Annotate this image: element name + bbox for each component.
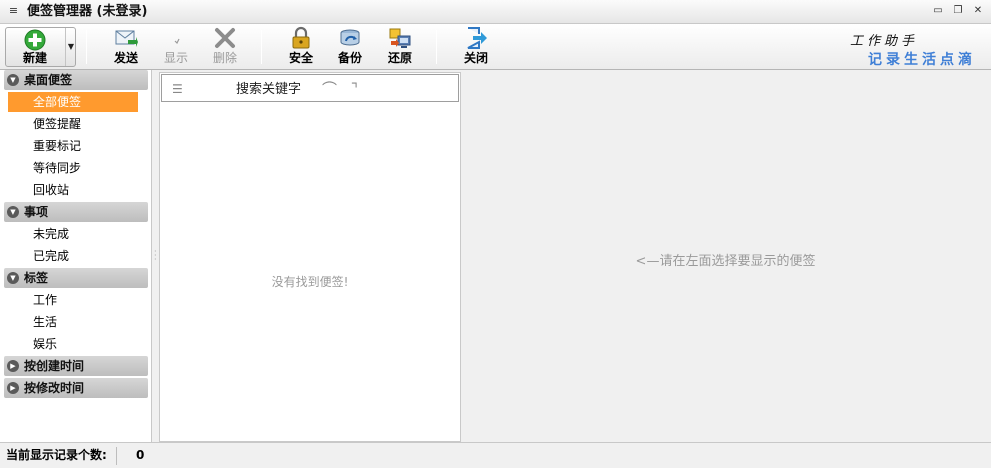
expand-icon: ▶: [7, 360, 19, 372]
close-app-label: 关闭: [463, 51, 488, 65]
record-count-label: 当前显示记录个数:: [6, 448, 107, 462]
toolbar-separator: [86, 30, 87, 64]
list-menu-icon[interactable]: ☰: [172, 83, 186, 95]
send-mail-icon: [115, 30, 138, 47]
restore-icon: [389, 28, 411, 48]
new-note-label: 新建: [22, 51, 47, 65]
show-label: 显示: [163, 51, 188, 65]
record-count-value: 0: [136, 448, 145, 462]
delete-label: 删除: [212, 51, 237, 65]
sidebar-item-tag-fun[interactable]: 娱乐: [8, 334, 138, 354]
empty-list-message: 没有找到便签!: [271, 275, 349, 289]
group-by-modified-time[interactable]: ▶ 按修改时间: [4, 378, 148, 398]
minimize-button[interactable]: ▭: [930, 4, 946, 18]
restore-button[interactable]: ❐: [950, 4, 966, 18]
collapse-icon: ▼: [7, 74, 19, 86]
group-tags[interactable]: ▼ 标签: [4, 268, 148, 288]
sidebar-item-tag-work[interactable]: 工作: [8, 290, 138, 310]
group-label: 按修改时间: [24, 381, 85, 395]
grip-icon: · · ·: [154, 247, 157, 264]
brand-line-1: 工作助手: [850, 34, 919, 49]
brand-line-2: 记录生活点滴: [868, 52, 976, 68]
sidebar-item-all-notes[interactable]: 全部便签: [8, 92, 138, 112]
title-bar: ≡ 便签管理器 (未登录) ▭ ❐ ✕: [0, 0, 991, 24]
add-icon: [24, 29, 46, 51]
status-bar: 当前显示记录个数: 0: [0, 442, 991, 468]
delete-icon: [215, 28, 235, 48]
backup-icon: [340, 29, 360, 46]
sidebar: ▼ 桌面便签 全部便签 便签提醒 重要标记 等待同步 回收站 ▼ 事项 未完成 …: [0, 70, 152, 442]
group-label: 按创建时间: [24, 359, 85, 373]
restore-label: 还原: [387, 51, 412, 65]
status-separator: [116, 447, 117, 465]
show-icon: [174, 38, 180, 45]
send-button[interactable]: 发送: [104, 26, 148, 68]
sidebar-item-incomplete[interactable]: 未完成: [8, 224, 138, 244]
lock-icon: [292, 26, 310, 49]
new-note-dropdown[interactable]: ▼: [65, 28, 76, 66]
new-note-button[interactable]: 新建: [6, 28, 64, 66]
search-loading-icon: ⌒⌝: [322, 80, 373, 98]
collapse-icon: ▼: [7, 206, 19, 218]
backup-button[interactable]: 备份: [328, 26, 372, 68]
sidebar-item-tag-life[interactable]: 生活: [8, 312, 138, 332]
security-label: 安全: [288, 51, 313, 65]
group-label: 标签: [24, 271, 49, 285]
window-title: 便签管理器 (未登录): [27, 4, 148, 19]
sidebar-item-important[interactable]: 重要标记: [8, 136, 138, 156]
show-button[interactable]: 显示: [154, 26, 198, 68]
sidebar-item-recycle-bin[interactable]: 回收站: [8, 180, 138, 200]
note-list-pane: ☰ ⌒⌝ 没有找到便签!: [159, 72, 461, 442]
close-app-button[interactable]: 关闭: [454, 26, 498, 68]
new-note-button-group: 新建 ▼: [5, 27, 76, 67]
backup-label: 备份: [337, 51, 362, 65]
note-detail-pane: <—请在左面选择要显示的便签: [461, 72, 990, 442]
sidebar-item-completed[interactable]: 已完成: [8, 246, 138, 266]
group-by-created-time[interactable]: ▶ 按创建时间: [4, 356, 148, 376]
expand-icon: ▶: [7, 382, 19, 394]
collapse-icon: ▼: [7, 272, 19, 284]
group-desktop-notes[interactable]: ▼ 桌面便签: [4, 70, 148, 90]
sidebar-item-pending-sync[interactable]: 等待同步: [8, 158, 138, 178]
security-button[interactable]: 安全: [279, 26, 323, 68]
select-note-hint: <—请在左面选择要显示的便签: [635, 254, 816, 269]
sidebar-item-reminders[interactable]: 便签提醒: [8, 114, 138, 134]
restore-button[interactable]: 还原: [378, 26, 422, 68]
search-bar: ☰ ⌒⌝: [161, 74, 459, 102]
toolbar-separator: [436, 30, 437, 64]
toolbar: 新建 ▼ 发送 显示 删除 安全 备份 还原 关闭 工作助手 记录生活点滴: [0, 24, 991, 70]
close-window-button[interactable]: ✕: [970, 4, 986, 18]
group-label: 桌面便签: [24, 73, 73, 87]
group-label: 事项: [24, 205, 49, 219]
exit-icon: [467, 27, 487, 49]
brand-logo: 工作助手 记录生活点滴: [846, 30, 976, 68]
toolbar-separator: [261, 30, 262, 64]
group-tasks[interactable]: ▼ 事项: [4, 202, 148, 222]
send-label: 发送: [113, 51, 138, 65]
delete-button[interactable]: 删除: [203, 26, 247, 68]
system-menu-icon[interactable]: ≡: [8, 5, 19, 17]
